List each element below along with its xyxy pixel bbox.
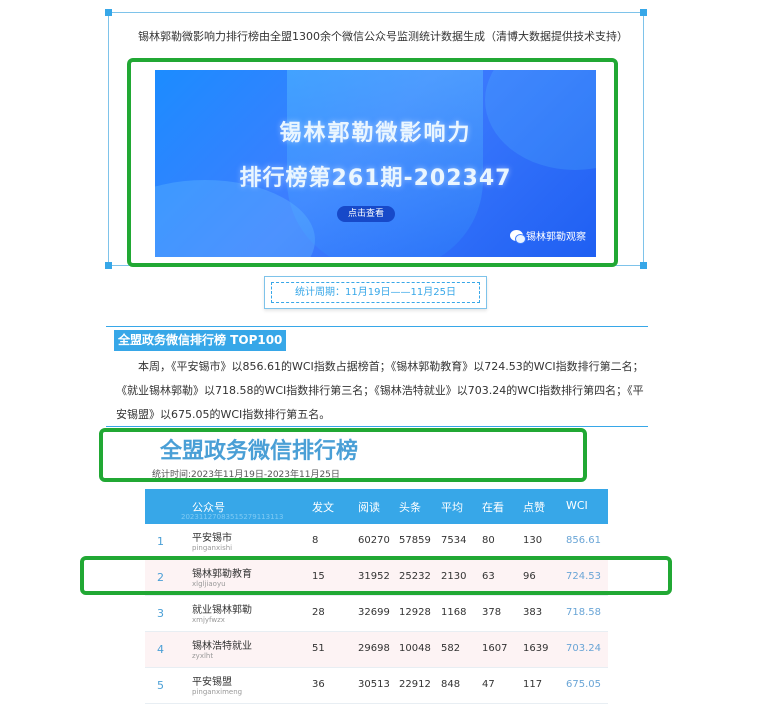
wci-value: 675.05 [566, 679, 601, 690]
table-row[interactable]: 3 就业锡林郭勒 xmjyfwzx 28 32699 12928 1168 37… [145, 596, 608, 632]
period-box: 统计周期：11月19日——11月25日 [264, 276, 487, 309]
posts-value: 36 [312, 679, 325, 690]
rank-number: 5 [157, 679, 164, 692]
headline-value: 12928 [399, 607, 431, 618]
avg-value: 582 [441, 643, 461, 654]
col-reads: 阅读 [358, 501, 380, 514]
selection-handle[interactable] [105, 9, 112, 16]
account-name: 平安锡盟 [192, 677, 232, 688]
table-row[interactable]: 4 锡林浩特就业 zyxlht 51 29698 10048 582 1607 … [145, 632, 608, 668]
avg-value: 7534 [441, 535, 467, 546]
watching-value: 47 [482, 679, 495, 690]
account-id: zyxlht [192, 652, 214, 660]
rank-number: 4 [157, 643, 164, 656]
wci-value: 718.58 [566, 607, 601, 618]
watching-value: 1607 [482, 643, 508, 654]
selection-handle[interactable] [105, 262, 112, 269]
col-avg: 平均 [441, 501, 463, 514]
col-wci: WCI [566, 499, 588, 512]
posts-value: 28 [312, 607, 325, 618]
col-posts: 发文 [312, 501, 334, 514]
posts-value: 51 [312, 643, 325, 654]
avg-value: 848 [441, 679, 461, 690]
col-headline: 头条 [399, 501, 421, 514]
highlight-box-title [99, 428, 587, 482]
table-row[interactable]: 1 平安锡市 pinganxishi 8 60270 57859 7534 80… [145, 524, 608, 560]
wci-value: 856.61 [566, 535, 601, 546]
watching-value: 80 [482, 535, 495, 546]
table-row[interactable]: 5 平安锡盟 pinganximeng 36 30513 22912 848 4… [145, 668, 608, 704]
reads-value: 60270 [358, 535, 390, 546]
wci-value: 703.24 [566, 643, 601, 654]
reads-value: 29698 [358, 643, 390, 654]
likes-value: 117 [523, 679, 543, 690]
account-name: 就业锡林郭勒 [192, 605, 252, 616]
account-id: xmjyfwzx [192, 616, 225, 624]
likes-value: 1639 [523, 643, 549, 654]
account-id: pinganxishi [192, 544, 233, 552]
col-likes: 点赞 [523, 501, 545, 514]
header-code: 20231127083515279113113 [181, 513, 284, 521]
account-name: 锡林浩特就业 [192, 641, 252, 652]
intro-paragraph: 锡林郭勒微影响力排行榜由全盟1300余个微信公众号监测统计数据生成（清博大数据提… [138, 30, 628, 43]
selection-handle[interactable] [640, 9, 647, 16]
watching-value: 378 [482, 607, 502, 618]
highlight-box-row [80, 556, 672, 595]
account-id: pinganximeng [192, 688, 243, 696]
table-header: 公众号 20231127083515279113113 发文 阅读 头条 平均 … [145, 489, 608, 524]
reads-value: 32699 [358, 607, 390, 618]
headline-value: 22912 [399, 679, 431, 690]
period-label: 统计周期：11月19日——11月25日 [271, 282, 480, 303]
divider [106, 326, 648, 327]
rank-number: 3 [157, 607, 164, 620]
divider [106, 426, 648, 427]
headline-value: 57859 [399, 535, 431, 546]
selection-handle[interactable] [640, 262, 647, 269]
rank-number: 1 [157, 535, 164, 548]
reads-value: 30513 [358, 679, 390, 690]
likes-value: 383 [523, 607, 543, 618]
avg-value: 1168 [441, 607, 467, 618]
ranking-table: 公众号 20231127083515279113113 发文 阅读 头条 平均 … [145, 489, 608, 704]
section-title: 全盟政务微信排行榜 TOP100 [114, 330, 287, 351]
account-name: 平安锡市 [192, 533, 232, 544]
posts-value: 8 [312, 535, 319, 546]
col-watching: 在看 [482, 501, 504, 514]
highlight-box-banner [127, 58, 618, 267]
likes-value: 130 [523, 535, 543, 546]
headline-value: 10048 [399, 643, 431, 654]
section-paragraph: 本周，《平安锡市》以856.61的WCI指数占据榜首；《锡林郭勒教育》以724.… [116, 360, 644, 421]
